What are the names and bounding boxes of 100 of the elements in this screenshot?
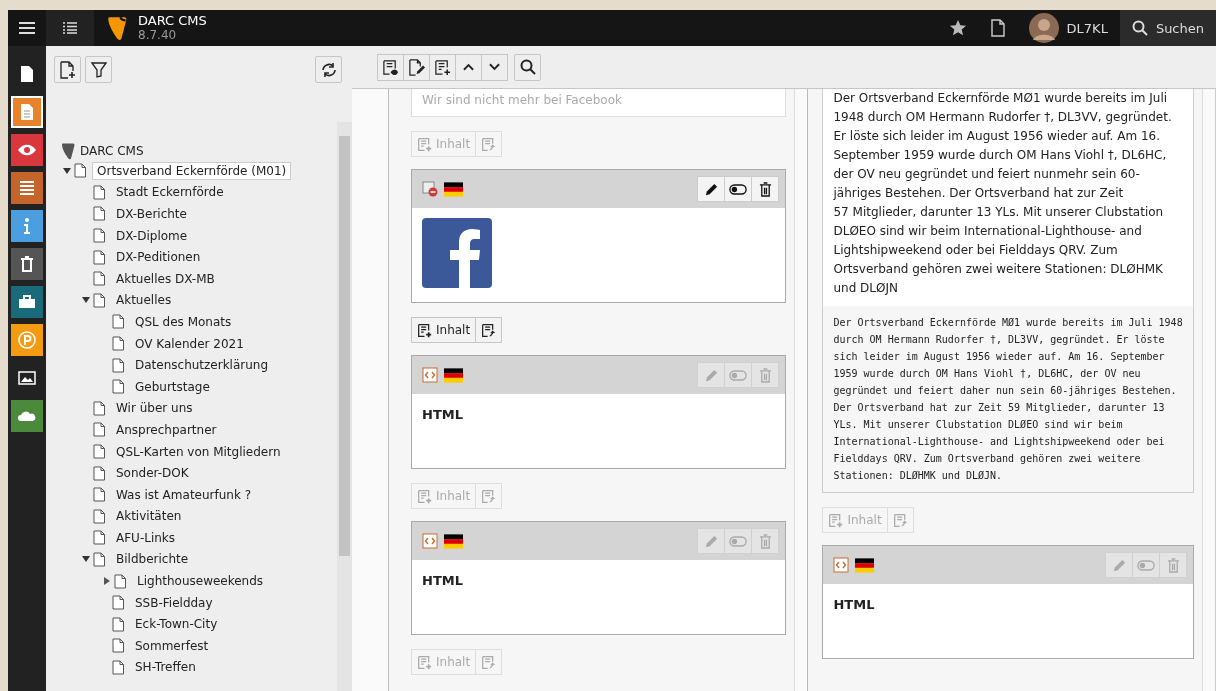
pencil-icon [703,533,719,549]
toggle-icon [729,535,748,547]
refresh-icon [320,61,337,78]
logo-icon [106,15,128,41]
element-title: HTML [422,573,463,588]
module-button[interactable] [11,286,43,318]
page-icon [114,573,126,589]
page-icon [112,336,124,352]
paste-icon [481,136,497,152]
add-content-button[interactable]: Inhalt [411,317,477,343]
page-icon [93,487,105,503]
page-icon [93,206,105,222]
page-icon [93,249,105,265]
document-icon[interactable] [988,19,1007,37]
search-button[interactable] [514,53,541,81]
search-icon [1131,20,1148,36]
tree-item[interactable]: Geburtstage [130,377,215,396]
page-icon [93,400,105,416]
page-eye-icon [382,58,399,76]
element-text: Wir sind nicht mehr bei Facebook [422,93,622,107]
tree-item[interactable]: QSL-Karten von Mitgliedern [111,442,286,461]
tree-item[interactable]: SH-Treffen [130,658,201,677]
chevron-up-icon [463,63,474,71]
paste-icon [481,488,497,504]
search-icon [519,59,536,75]
element-title: HTML [833,597,875,612]
tree-item[interactable]: Ansprechpartner [111,420,222,439]
module-button[interactable] [11,248,43,280]
list-icon [17,178,37,198]
paste-icon [481,322,497,338]
page-plus-icon [434,58,451,76]
trash-icon [758,367,772,383]
flag-icon [444,181,463,197]
search-button[interactable]: Suchen [1119,10,1216,46]
tree-item[interactable]: Was ist Amateurfunk ? [111,485,257,504]
tree-item[interactable]: Aktivitäten [111,507,187,526]
tree-item[interactable]: Aktuelles [111,291,177,310]
filter-button[interactable] [85,56,112,83]
chevron-down-button[interactable] [481,53,508,81]
page-icon [93,508,105,524]
tree-item[interactable]: Lighthouseweekends [132,572,269,591]
tree-item[interactable]: Wir über uns [111,399,198,418]
tree-item[interactable]: OV Kalender 2021 [130,334,249,353]
trash-icon [758,533,772,549]
delete-button[interactable] [751,176,780,202]
page-icon [112,659,124,675]
toggle-icon [1137,559,1155,571]
tree-item[interactable]: Stadt Eckernförde [111,183,229,202]
scrollbar[interactable] [337,122,352,691]
toggle-icon [729,369,748,381]
page-plus-icon [828,512,844,528]
page-icon [93,292,105,308]
page-icon [112,595,124,611]
trash-icon [758,181,772,197]
new-page-button[interactable] [54,56,81,83]
page-pencil-icon [408,58,425,76]
tree-item[interactable]: Ortsverband Eckernförde (M01) [92,161,292,180]
tree-item[interactable]: QSL des Monats [130,312,237,331]
tree-item[interactable]: DX-Berichte [111,205,192,223]
avatar-icon[interactable] [1028,13,1059,43]
page-tree-toggle-button[interactable] [46,10,94,46]
page-icon [93,228,105,244]
view-page-button[interactable] [377,53,404,81]
tree-item[interactable]: Bildberichte [111,550,194,569]
page-icon [112,638,124,654]
list-icon [63,22,77,34]
tree-item[interactable]: Datenschutzerklärung [130,356,274,375]
page-icon [112,616,124,632]
tree-item[interactable]: Sonder-DOK [111,464,194,483]
tree-item[interactable]: Sommerfest [130,636,214,655]
tree-root[interactable]: DARC CMS [80,144,144,158]
paste-button[interactable] [475,317,503,343]
paste-icon [892,512,908,528]
page-icon [93,530,105,546]
pencil-icon [703,181,719,197]
username[interactable]: DL7KL [1066,20,1108,36]
flag-icon [444,533,463,549]
page-icon [74,163,86,179]
edit-button[interactable] [697,176,726,202]
star-icon[interactable] [948,19,967,37]
toggle-visibility-button[interactable] [724,176,753,202]
chevron-up-button[interactable] [455,53,482,81]
facebook-logo-image [422,218,492,288]
flag-icon [444,367,463,383]
toggle-icon [729,183,748,195]
tree-item[interactable]: Aktuelles DX-MB [111,269,220,288]
page-plus-icon [417,654,432,670]
new-content-button[interactable] [429,53,456,81]
tree-item[interactable]: AFU-Links [111,528,181,547]
paste-icon [481,654,497,670]
element-title: HTML [422,407,463,422]
page-icon [93,552,105,567]
tree-item[interactable]: SSB-Fieldday [130,593,218,612]
tree-item[interactable]: DX-Peditionen [111,248,206,267]
refresh-button[interactable] [315,56,342,83]
page-icon [112,379,124,395]
tree-item[interactable]: DX-Diplome [111,226,193,245]
tree-item[interactable]: Eck-Town-City [130,615,223,634]
image-icon [17,368,37,388]
edit-page-button[interactable] [403,53,430,81]
